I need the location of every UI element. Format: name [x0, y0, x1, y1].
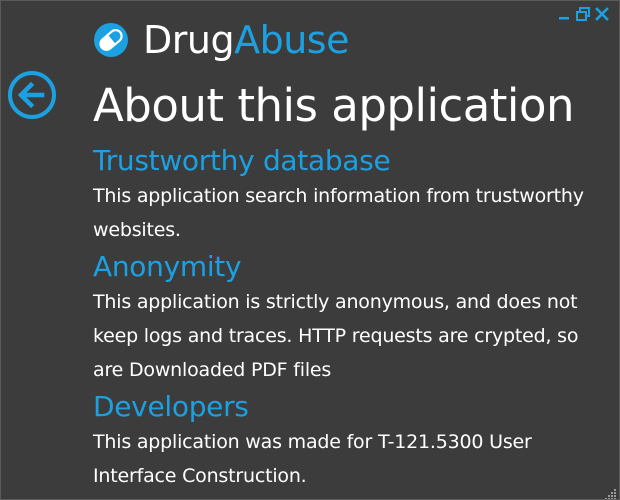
minimize-icon[interactable] [557, 6, 571, 22]
app-title-part2: Abuse [234, 18, 349, 62]
restore-icon[interactable] [576, 6, 590, 22]
app-title-part1: Drug [143, 18, 235, 62]
app-window: DrugAbuse About this application Trustwo… [0, 0, 620, 500]
resize-grip-icon[interactable] [605, 485, 617, 499]
app-title: DrugAbuse [143, 15, 349, 65]
about-content: Trustworthy database This application se… [93, 143, 613, 495]
section-text: This application is strictly anonymous, … [93, 291, 579, 381]
section-text: This application was made for T-121.5300… [93, 431, 532, 487]
section-heading: Trustworthy database [93, 144, 391, 177]
section-anonymity: Anonymity This application is strictly a… [93, 249, 613, 387]
section-developers: Developers This application was made for… [93, 389, 613, 493]
section-heading: Anonymity [93, 250, 242, 283]
back-button[interactable] [6, 69, 58, 121]
back-arrow-icon [8, 71, 56, 119]
section-text: This application search information from… [93, 185, 584, 241]
pill-icon [93, 22, 129, 58]
page-title: About this application [93, 79, 575, 132]
section-trustworthy-database: Trustworthy database This application se… [93, 143, 613, 247]
app-header: DrugAbuse [93, 15, 349, 65]
window-controls [557, 6, 609, 22]
section-heading: Developers [93, 390, 249, 423]
close-icon[interactable] [595, 6, 609, 22]
